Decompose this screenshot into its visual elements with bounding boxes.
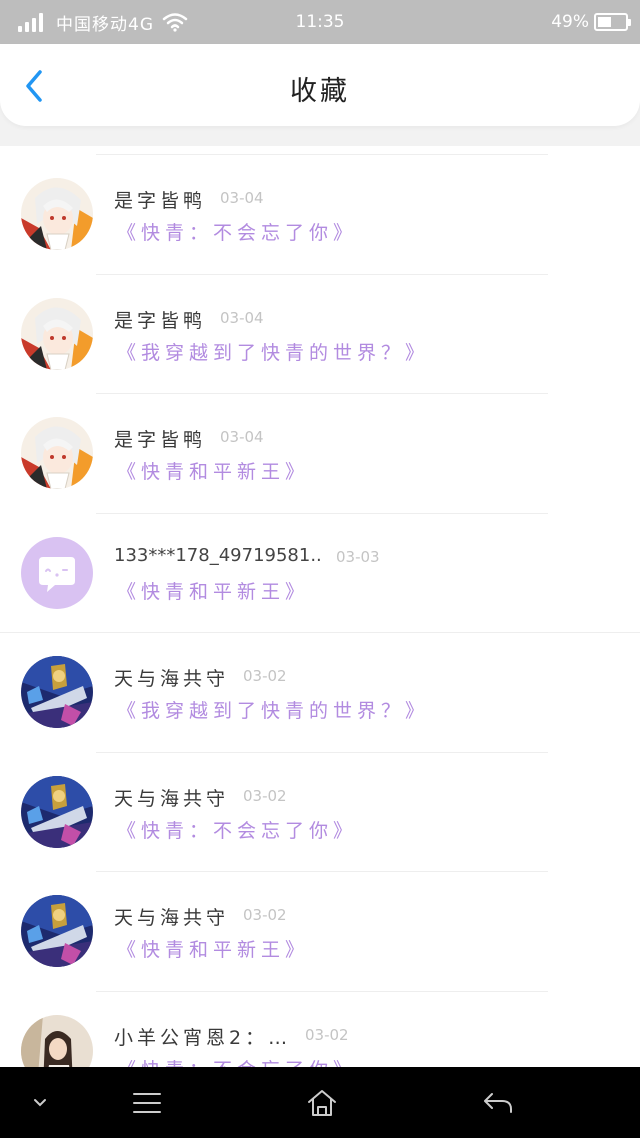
favorite-date: 03-04 [220,189,264,207]
book-title-link[interactable]: 《快青和平新王》 [117,457,309,484]
favorite-date: 03-02 [243,667,287,685]
favorite-date: 03-04 [220,308,264,327]
user-name: 天与海共守 [114,787,230,810]
nav-menu-button[interactable] [122,1067,172,1138]
status-right: 49% [551,0,631,44]
user-name: 是字皆鸭 [114,309,207,332]
favorite-item[interactable]: 是字皆鸭 03-04 《我穿越到了快青的世界？》 [0,273,640,394]
user-name: 是字皆鸭 [114,429,207,451]
divider [96,273,548,275]
favorite-date: 03-02 [243,786,287,805]
divider [96,990,548,992]
chevron-down-icon [34,1098,46,1106]
home-icon [308,1089,336,1116]
user-name: 133***178_49719581.. [114,544,322,566]
divider [96,512,548,514]
favorite-item[interactable]: 天与海共守 03-02 《我穿越到了快青的世界？》 [0,632,640,752]
book-title-link[interactable]: 《我穿越到了快青的世界？》 [117,338,429,365]
favorite-item[interactable]: 天与海共守 03-02 《快青和平新王》 [0,871,640,991]
battery-percent: 49% [551,12,589,32]
user-name: 小羊公宵恩2：… [114,1026,292,1049]
back-arrow-icon [484,1092,512,1113]
game-character-avatar[interactable] [21,656,93,728]
app-header: 收藏 [0,44,640,126]
divider [0,632,640,633]
divider [96,871,548,872]
favorite-item[interactable]: 133***178_49719581.. 03-03 《快青和平新王》 [0,512,640,633]
book-title-link[interactable]: 《快青和平新王》 [117,935,309,962]
navigation-bar [0,1067,640,1138]
divider [96,393,548,394]
book-title-link[interactable]: 《快青：不会忘了你》 [117,218,357,245]
menu-icon [133,1092,161,1113]
nav-home-button[interactable] [296,1067,348,1138]
chat-bubble-avatar[interactable] [21,536,93,609]
user-name: 天与海共守 [114,907,230,929]
status-bar: 中国移动4G 11:35 49% [0,0,640,44]
divider [96,751,548,753]
anime-girl-avatar[interactable] [21,297,93,370]
anime-girl-avatar[interactable] [21,417,93,489]
battery-fill [598,17,611,27]
page-title: 收藏 [290,76,350,107]
game-character-avatar[interactable] [21,775,93,848]
game-character-avatar[interactable] [21,895,93,967]
battery-icon [594,13,631,31]
nav-back-button[interactable] [472,1067,524,1138]
favorite-item[interactable]: 天与海共守 03-02 《快青：不会忘了你》 [0,751,640,872]
favorite-item[interactable]: 是字皆鸭 03-04 《快青和平新王》 [0,393,640,513]
divider [96,154,548,155]
favorite-date: 03-02 [305,1025,349,1044]
favorite-date: 03-03 [336,547,380,566]
status-time: 11:35 [295,12,345,32]
favorite-item[interactable]: 是字皆鸭 03-04 《快青：不会忘了你》 [0,154,640,274]
favorite-date: 03-04 [220,428,264,446]
favorite-date: 03-02 [243,906,287,924]
favorites-list: 是字皆鸭 03-04 《快青：不会忘了你》 是字皆鸭 03-04 《我穿越到了快青的世界？… [0,154,640,1110]
user-name: 天与海共守 [114,668,230,690]
book-title-link[interactable]: 《我穿越到了快青的世界？》 [117,696,429,723]
book-title-link[interactable]: 《快青：不会忘了你》 [117,816,357,843]
anime-girl-avatar[interactable] [21,178,93,250]
nav-collapse-button[interactable] [18,1067,62,1138]
user-name: 是字皆鸭 [114,190,207,212]
book-title-link[interactable]: 《快青和平新王》 [117,577,309,604]
